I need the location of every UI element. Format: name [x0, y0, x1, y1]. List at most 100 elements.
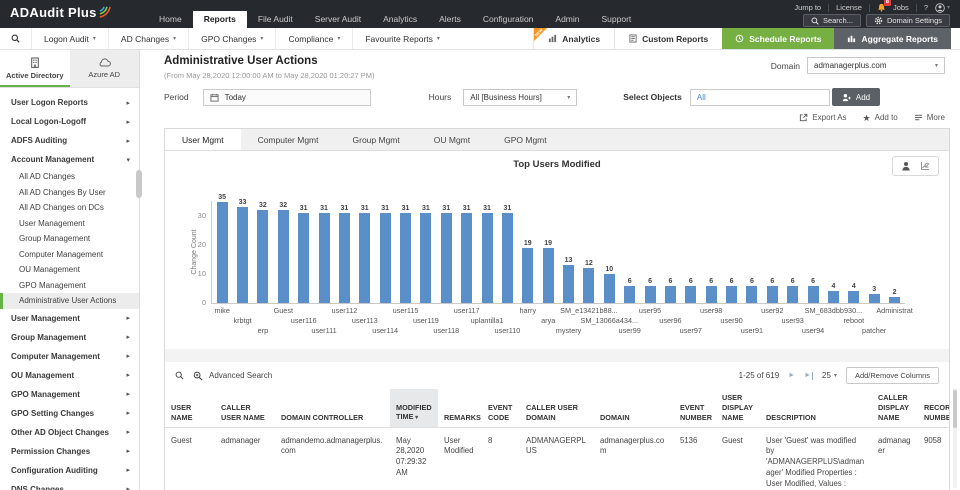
aggregate-reports-button[interactable]: Aggregate Reports: [834, 28, 951, 49]
user-view-icon[interactable]: [901, 161, 911, 171]
sidebar-item-group-management[interactable]: Group Management▸: [0, 328, 139, 347]
page-size-select[interactable]: 25 ▾: [822, 371, 837, 380]
top-tab-reports[interactable]: Reports: [193, 11, 247, 28]
table-search-icon[interactable]: [175, 371, 184, 380]
advanced-search-button[interactable]: Advanced Search: [193, 371, 272, 381]
bar-user119[interactable]: 31user119: [416, 201, 436, 303]
user-account-menu[interactable]: ▾: [935, 3, 950, 13]
top-tab-support[interactable]: Support: [591, 11, 643, 28]
app-logo[interactable]: ADAudit Plus: [10, 5, 111, 20]
tab-active-directory[interactable]: Active Directory: [0, 50, 70, 87]
column-header-domain[interactable]: DOMAIN: [594, 389, 674, 427]
sidebar-item-dns-changes[interactable]: DNS Changes▸: [0, 480, 139, 490]
report-tab-gpo-mgmt[interactable]: GPO Mgmt: [487, 129, 564, 150]
bar-erp[interactable]: 32erp: [253, 201, 273, 303]
bar-user94[interactable]: 6user94: [803, 201, 823, 303]
menu-favourite-reports[interactable]: Favourite Reports▾: [352, 28, 452, 49]
top-tab-server-audit[interactable]: Server Audit: [304, 11, 372, 28]
bar-user114[interactable]: 31user114: [375, 201, 395, 303]
hours-select[interactable]: All [Business Hours] ▾: [463, 89, 577, 106]
column-header-caller-user-domain[interactable]: CALLER USER DOMAIN: [520, 389, 594, 427]
report-tab-user-mgmt[interactable]: User Mgmt: [165, 129, 241, 150]
sidebar-subitem-administrative-user-actions[interactable]: Administrative User Actions: [0, 293, 139, 309]
next-page-icon[interactable]: ►: [788, 372, 795, 380]
add-objects-button[interactable]: Add: [832, 88, 880, 106]
add-to-button[interactable]: ★ Add to: [863, 113, 898, 122]
sidebar-item-user-management[interactable]: User Management▸: [0, 309, 139, 328]
add-remove-columns-button[interactable]: Add/Remove Columns: [846, 367, 939, 384]
sidebar-item-permission-changes[interactable]: Permission Changes▸: [0, 442, 139, 461]
column-header-caller-user-name[interactable]: CALLER USER NAME: [215, 389, 275, 427]
menu-ad-changes[interactable]: AD Changes▾: [108, 28, 188, 49]
sidebar-item-account-management[interactable]: Account Management▾: [0, 150, 139, 169]
top-tab-configuration[interactable]: Configuration: [472, 11, 545, 28]
last-page-icon[interactable]: ►: [804, 372, 813, 380]
sidebar-item-gpo-setting-changes[interactable]: GPO Setting Changes▸: [0, 404, 139, 423]
sidebar-subitem-all-ad-changes-on-dcs[interactable]: All AD Changes on DCs: [0, 200, 139, 216]
column-header-event-code[interactable]: EVENT CODE: [482, 389, 520, 427]
bar-administrat[interactable]: 2Administrat: [884, 201, 904, 303]
bar-guest[interactable]: 32Guest: [273, 201, 293, 303]
bar-user96[interactable]: 6user96: [660, 201, 680, 303]
column-header-event-number[interactable]: EVENT NUMBER: [674, 389, 716, 427]
column-header-description[interactable]: DESCRIPTION: [760, 389, 872, 427]
bar-mike[interactable]: 35mike: [212, 201, 232, 303]
select-objects-input[interactable]: All: [690, 89, 830, 106]
bar-user115[interactable]: 31user115: [395, 201, 415, 303]
report-search-button[interactable]: [0, 28, 31, 49]
report-tab-computer-mgmt[interactable]: Computer Mgmt: [241, 129, 336, 150]
bar-harry[interactable]: 19harry: [518, 201, 538, 303]
column-header-record-number[interactable]: RECORD NUMBER: [918, 389, 949, 427]
bar-user99[interactable]: 6user99: [620, 201, 640, 303]
bar-user118[interactable]: 31user118: [436, 201, 456, 303]
jobs-link[interactable]: Jobs: [893, 3, 909, 12]
bar-user98[interactable]: 6user98: [701, 201, 721, 303]
sidebar-subitem-computer-management[interactable]: Computer Management: [0, 247, 139, 263]
bar-patcher[interactable]: 3patcher: [864, 201, 884, 303]
bar-mystery[interactable]: 13mystery: [558, 201, 578, 303]
sidebar-subitem-gpo-management[interactable]: GPO Management: [0, 278, 139, 294]
menu-compliance[interactable]: Compliance▾: [275, 28, 352, 49]
column-header-modified-time[interactable]: MODIFIED TIME ▾: [390, 389, 438, 427]
sidebar-subitem-group-management[interactable]: Group Management: [0, 231, 139, 247]
sidebar-subitem-all-ad-changes[interactable]: All AD Changes: [0, 169, 139, 185]
license-link[interactable]: License: [836, 3, 862, 12]
scrollbar-thumb[interactable]: [953, 390, 957, 428]
sidebar-scroll-handle[interactable]: [136, 170, 142, 198]
analytics-button[interactable]: NEW Analytics: [533, 28, 614, 49]
menu-logon-audit[interactable]: Logon Audit▾: [31, 28, 108, 49]
table-row[interactable]: Guestadmanageradmandemo.admanagerplus.co…: [165, 427, 949, 490]
sidebar-item-other-ad-object-changes[interactable]: Other AD Object Changes▸: [0, 423, 139, 442]
column-header-user-display-name[interactable]: USER DISPLAY NAME: [716, 389, 760, 427]
sidebar-item-gpo-management[interactable]: GPO Management▸: [0, 385, 139, 404]
domain-settings-button[interactable]: Domain Settings: [866, 14, 950, 27]
custom-reports-button[interactable]: Custom Reports: [614, 28, 722, 49]
jump-to-link[interactable]: Jump to: [794, 3, 821, 12]
sidebar-item-computer-management[interactable]: Computer Management▸: [0, 347, 139, 366]
sidebar-item-user-logon-reports[interactable]: User Logon Reports▸: [0, 93, 139, 112]
bar-user91[interactable]: 6user91: [742, 201, 762, 303]
report-tab-group-mgmt[interactable]: Group Mgmt: [336, 129, 417, 150]
bar-user95[interactable]: 6user95: [640, 201, 660, 303]
sidebar-subitem-user-management[interactable]: User Management: [0, 216, 139, 232]
sidebar-item-local-logon-logoff[interactable]: Local Logon-Logoff▸: [0, 112, 139, 131]
bar-uplantilla1[interactable]: 31uplantilla1: [477, 201, 497, 303]
bar-user113[interactable]: 31user113: [355, 201, 375, 303]
top-tab-admin[interactable]: Admin: [544, 11, 590, 28]
tab-azure-ad[interactable]: Azure AD: [70, 50, 140, 87]
bar-user112[interactable]: 31user112: [334, 201, 354, 303]
report-tab-ou-mgmt[interactable]: OU Mgmt: [417, 129, 487, 150]
sidebar-item-configuration-auditing[interactable]: Configuration Auditing▸: [0, 461, 139, 480]
menu-gpo-changes[interactable]: GPO Changes▾: [188, 28, 275, 49]
bar-user97[interactable]: 6user97: [681, 201, 701, 303]
sidebar-item-adfs-auditing[interactable]: ADFS Auditing▸: [0, 131, 139, 150]
bar-user116[interactable]: 31user116: [294, 201, 314, 303]
bar-arya[interactable]: 19arya: [538, 201, 558, 303]
column-header-caller-display-name[interactable]: CALLER DISPLAY NAME: [872, 389, 918, 427]
top-tab-home[interactable]: Home: [148, 11, 193, 28]
notifications-button[interactable]: 8: [877, 3, 886, 12]
more-button[interactable]: More: [914, 113, 945, 122]
domain-select[interactable]: admanagerplus.com ▾: [807, 57, 945, 74]
bar-user90[interactable]: 6user90: [721, 201, 741, 303]
bar-krbtgt[interactable]: 33krbtgt: [232, 201, 252, 303]
